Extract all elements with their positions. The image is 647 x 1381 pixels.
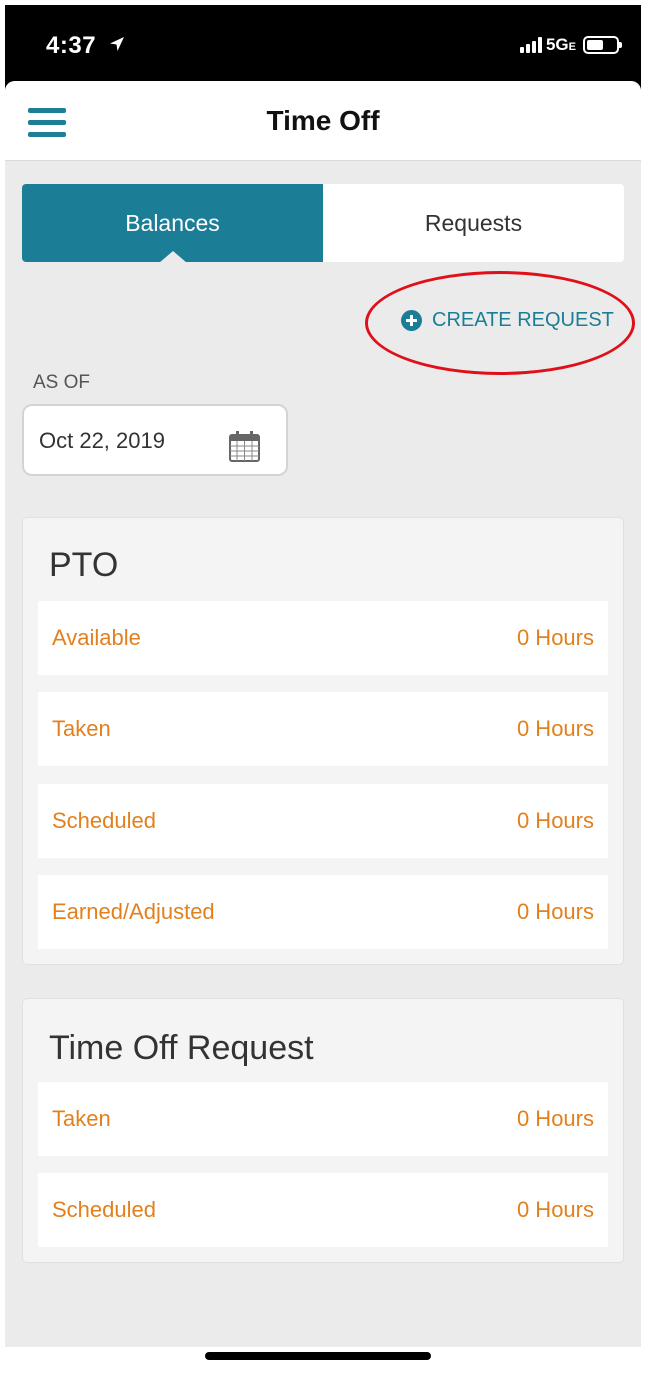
card-title: PTO <box>49 546 119 584</box>
row-label: Taken <box>52 716 111 741</box>
create-request-button[interactable]: CREATE REQUEST <box>401 309 614 332</box>
row-value: 0 Hours <box>516 808 594 833</box>
signal-icon <box>519 37 542 53</box>
page-title: Time Off <box>266 105 380 136</box>
as-of-date-value: Oct 22, 2019 <box>39 428 165 453</box>
row-value: 0 Hours <box>516 625 594 650</box>
segment-control: Balances Requests <box>22 184 624 263</box>
request-row-scheduled[interactable]: Scheduled 0 Hours <box>38 1173 608 1247</box>
row-value: 0 Hours <box>516 716 594 741</box>
row-value: 0 Hours <box>516 1197 594 1222</box>
tab-balances[interactable]: Balances <box>22 184 323 263</box>
network-type: 5GE <box>545 35 576 54</box>
balance-row-available[interactable]: Available 0 Hours <box>38 601 608 675</box>
plus-circle-icon <box>401 310 422 331</box>
time-off-request-card: Time Off Request Taken 0 Hours Scheduled… <box>22 998 624 1263</box>
app-content: Time Off Balances Requests CREATE REQUES… <box>5 81 641 1376</box>
tab-requests[interactable]: Requests <box>323 184 624 262</box>
row-label: Scheduled <box>52 808 156 833</box>
status-time: 4:37 <box>46 32 97 59</box>
row-label: Earned/Adjusted <box>52 899 215 924</box>
row-value: 0 Hours <box>516 1106 594 1131</box>
row-label: Scheduled <box>52 1197 156 1222</box>
nav-bar: Time Off <box>5 81 641 161</box>
as-of-label: AS OF <box>33 372 91 393</box>
as-of-date-field[interactable]: Oct 22, 2019 <box>22 404 288 476</box>
row-value: 0 Hours <box>516 899 594 924</box>
battery-icon <box>583 36 622 54</box>
balance-row-scheduled[interactable]: Scheduled 0 Hours <box>38 784 608 858</box>
location-arrow-icon <box>110 37 124 51</box>
create-request-label: CREATE REQUEST <box>432 309 614 331</box>
row-label: Available <box>52 625 141 650</box>
balance-row-taken[interactable]: Taken 0 Hours <box>38 692 608 766</box>
row-label: Taken <box>52 1106 111 1131</box>
calendar-icon[interactable] <box>228 430 261 463</box>
phone-screen: 4:37 5GE Time Off Balances Requests CREA… <box>5 5 641 1376</box>
home-indicator[interactable] <box>205 1352 431 1360</box>
pto-card: PTO Available 0 Hours Taken 0 Hours Sche… <box>22 517 624 965</box>
status-bar: 4:37 5GE <box>5 5 641 85</box>
status-indicators: 5GE <box>519 35 622 55</box>
card-title: Time Off Request <box>49 1029 314 1067</box>
request-row-taken[interactable]: Taken 0 Hours <box>38 1082 608 1156</box>
balance-row-earned-adjusted[interactable]: Earned/Adjusted 0 Hours <box>38 875 608 949</box>
